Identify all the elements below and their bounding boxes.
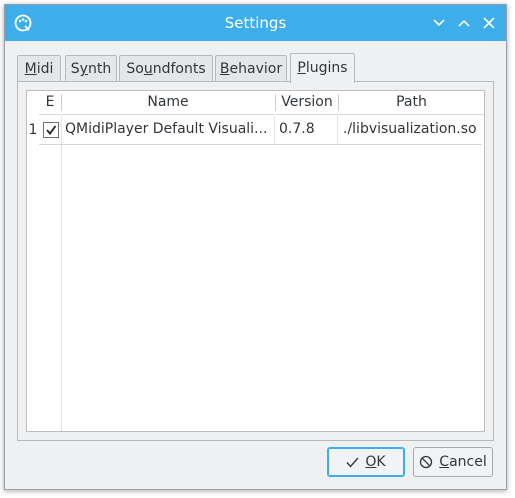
minimize-icon[interactable] bbox=[429, 13, 449, 33]
maximize-icon[interactable] bbox=[454, 13, 474, 33]
tab-label: So bbox=[126, 61, 144, 77]
ok-label: K bbox=[376, 454, 386, 470]
tab-label: ndfonts bbox=[152, 61, 206, 77]
tab-label: nth bbox=[87, 61, 112, 77]
column-divider bbox=[274, 115, 275, 144]
tab-mnemonic: P bbox=[297, 60, 306, 76]
column-divider bbox=[61, 115, 62, 431]
tab-synth[interactable]: Synth bbox=[65, 55, 117, 82]
plugin-path: ./libvisualization.so bbox=[343, 121, 477, 137]
cancel-icon bbox=[420, 455, 433, 469]
tab-soundfonts[interactable]: Soundfonts bbox=[119, 55, 213, 82]
cancel-mnemonic: C bbox=[439, 454, 450, 470]
tab-label: idi bbox=[36, 61, 54, 77]
column-header-name[interactable]: Name bbox=[62, 91, 274, 115]
tab-mnemonic: B bbox=[219, 61, 230, 77]
tab-plugins[interactable]: Plugins bbox=[290, 53, 355, 83]
tab-behavior[interactable]: Behavior bbox=[215, 55, 287, 82]
plugin-version: 0.7.8 bbox=[279, 121, 315, 137]
enabled-checkbox[interactable] bbox=[43, 122, 59, 138]
settings-window: Settings Midi Synth Soundfonts Behavior … bbox=[4, 4, 507, 490]
column-header-version[interactable]: Version bbox=[276, 91, 338, 115]
checkmark-icon bbox=[46, 125, 57, 135]
column-divider bbox=[337, 115, 338, 144]
column-header-enabled[interactable]: E bbox=[39, 91, 61, 115]
ok-button[interactable]: OK bbox=[327, 447, 405, 477]
table-row[interactable]: QMidiPlayer Default Visuali... 0.7.8 ./l… bbox=[39, 115, 482, 145]
tab-mnemonic: M bbox=[24, 61, 37, 77]
tab-midi[interactable]: Midi bbox=[17, 55, 61, 82]
plugins-table[interactable]: E Name Version Path 1 QMidiPlayer Defaul… bbox=[26, 90, 485, 432]
tab-mnemonic: y bbox=[79, 61, 88, 77]
column-header-path[interactable]: Path bbox=[339, 91, 484, 115]
tab-label: ehavior bbox=[229, 61, 283, 77]
plugin-name: QMidiPlayer Default Visuali... bbox=[65, 121, 268, 137]
tab-label: S bbox=[70, 61, 80, 77]
ok-mnemonic: O bbox=[365, 454, 377, 470]
checkmark-icon bbox=[346, 457, 359, 468]
plugins-panel: E Name Version Path 1 QMidiPlayer Defaul… bbox=[17, 81, 494, 441]
tab-label: lugins bbox=[305, 60, 348, 76]
row-number: 1 bbox=[28, 122, 38, 138]
tab-mnemonic: u bbox=[143, 61, 153, 77]
cancel-label: ancel bbox=[449, 454, 487, 470]
title-bar[interactable]: Settings bbox=[5, 5, 506, 41]
cancel-button[interactable]: Cancel bbox=[413, 447, 493, 477]
close-icon[interactable] bbox=[479, 13, 499, 33]
